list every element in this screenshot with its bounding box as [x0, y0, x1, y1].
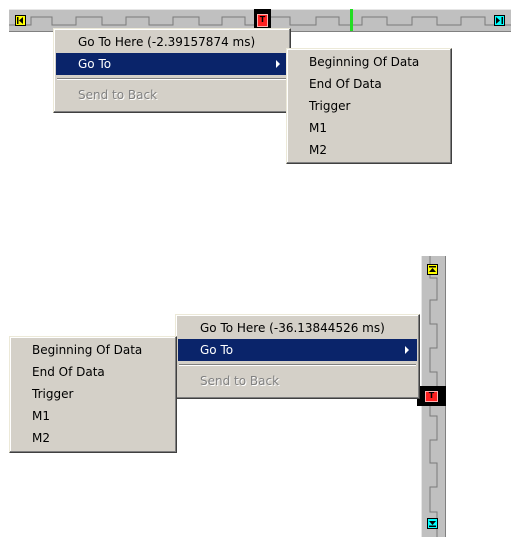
goto-submenu-top: Beginning Of Data End Of Data Trigger M1… [286, 48, 452, 164]
skip-to-start-icon-vertical[interactable] [427, 264, 438, 275]
submenu-item-m2[interactable]: M2 [12, 427, 174, 449]
menu-item-go-to-here[interactable]: Go To Here (-36.13844526 ms) [178, 317, 417, 339]
submenu-item-beginning-of-data[interactable]: Beginning Of Data [289, 51, 449, 73]
submenu-item-end-of-data[interactable]: End Of Data [289, 73, 449, 95]
submenu-arrow-icon [276, 60, 280, 68]
trigger-marker-icon: T [257, 13, 268, 27]
menu-separator [57, 78, 287, 80]
trigger-marker-icon-vertical: T [425, 390, 438, 402]
skip-to-end-icon-vertical[interactable] [427, 518, 438, 529]
context-menu-bottom: Go To Here (-36.13844526 ms) Go To Send … [175, 314, 420, 399]
trigger-marker-bottom[interactable]: T [417, 386, 446, 406]
submenu-item-beginning-of-data[interactable]: Beginning Of Data [12, 339, 174, 361]
submenu-item-end-of-data[interactable]: End Of Data [12, 361, 174, 383]
submenu-item-trigger[interactable]: Trigger [289, 95, 449, 117]
submenu-arrow-icon [405, 346, 409, 354]
menu-item-go-to-label: Go To [78, 57, 112, 71]
menu-item-send-to-back: Send to Back [200, 374, 280, 388]
menu-item-send-to-back: Send to Back [78, 88, 158, 102]
goto-submenu-bottom: Beginning Of Data End Of Data Trigger M1… [9, 336, 177, 453]
submenu-item-m1[interactable]: M1 [289, 117, 449, 139]
submenu-item-trigger[interactable]: Trigger [12, 383, 174, 405]
submenu-item-m2[interactable]: M2 [289, 139, 449, 161]
skip-to-start-icon[interactable] [15, 15, 26, 26]
vertical-timeline-strip[interactable]: T [417, 256, 446, 537]
menu-item-go-to-here[interactable]: Go To Here (-2.39157874 ms) [56, 31, 288, 53]
menu-separator [179, 364, 416, 366]
menu-item-go-to-label: Go To [200, 343, 234, 357]
submenu-item-m1[interactable]: M1 [12, 405, 174, 427]
m1-cursor-line[interactable] [350, 9, 353, 31]
context-menu-top: Go To Here (-2.39157874 ms) Go To Send t… [53, 28, 291, 113]
skip-to-end-icon[interactable] [494, 15, 505, 26]
menu-item-go-to[interactable]: Go To [178, 339, 417, 361]
menu-item-go-to[interactable]: Go To [56, 53, 288, 75]
